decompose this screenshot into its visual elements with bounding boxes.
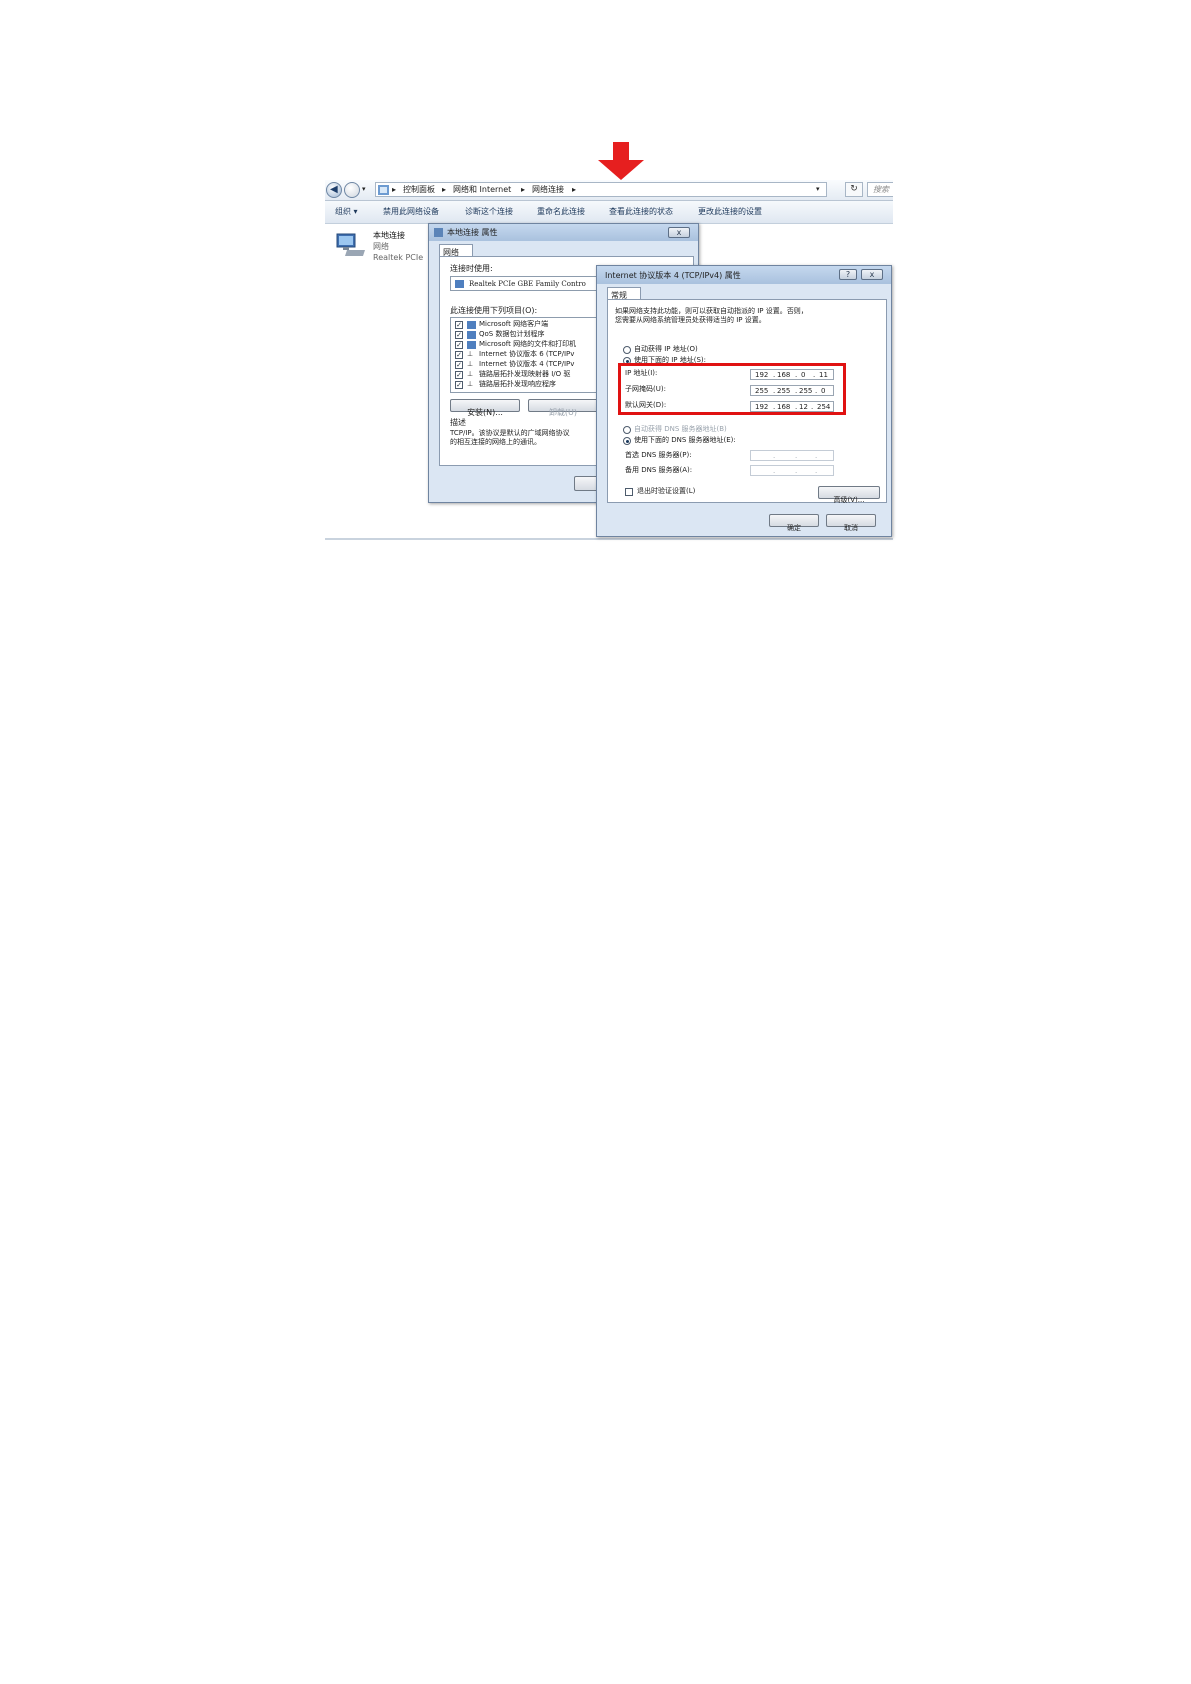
chevron-right-icon: ▸ — [392, 185, 397, 194]
red-arrow-down-icon — [598, 142, 644, 180]
toolbar-view-status[interactable]: 查看此连接的状态 — [609, 208, 673, 216]
uninstall-button[interactable]: 卸载(U) — [528, 399, 598, 417]
intro-line: 您需要从网络系统管理员处获得适当的 IP 设置。 — [615, 316, 766, 324]
dns1-label: 首选 DNS 服务器(P): — [625, 451, 692, 459]
forward-button[interactable] — [344, 182, 360, 198]
auto-ip-label: 自动获得 IP 地址(O) — [634, 345, 698, 353]
toolbar-rename[interactable]: 重命名此连接 — [537, 208, 585, 216]
uninstall-label: 卸载(U) — [548, 408, 578, 417]
search-input[interactable]: 搜索 — [867, 182, 893, 197]
protocol-icon: ⊥ — [467, 370, 474, 378]
manual-dns-radio[interactable] — [623, 437, 631, 445]
list-item[interactable]: Microsoft 网络的文件和打印机 — [479, 341, 576, 348]
toolbar-disable-device[interactable]: 禁用此网络设备 — [383, 208, 439, 216]
dialog-titlebar: 本地连接 属性 x — [429, 224, 698, 241]
dns2-input[interactable]: ... — [750, 465, 834, 476]
chevron-right-icon: ▸ — [572, 185, 577, 194]
protocol-icon: ⊥ — [467, 360, 474, 368]
description-line: 的相互连接的网络上的通讯。 — [450, 438, 541, 446]
ok-label: 确定 — [787, 524, 801, 532]
auto-dns-radio[interactable] — [623, 426, 631, 434]
chevron-right-icon: ▸ — [442, 185, 447, 194]
ok-button[interactable]: 确定 — [769, 514, 819, 532]
item-checkbox[interactable]: ✓ — [455, 341, 463, 349]
description-line: TCP/IP。该协议是默认的广域网络协议 — [450, 429, 570, 437]
chevron-right-icon: ▸ — [521, 185, 526, 194]
list-item[interactable]: Microsoft 网络客户端 — [479, 321, 548, 328]
toolbar-organize[interactable]: 组织 ▾ — [335, 208, 358, 216]
connect-using-label: 连接时使用: — [450, 264, 493, 273]
validate-checkbox[interactable] — [625, 488, 633, 496]
cancel-label: 取消 — [844, 524, 858, 532]
client-icon — [467, 321, 476, 329]
item-checkbox[interactable]: ✓ — [455, 381, 463, 389]
connection-adapter: Realtek PCIe — [373, 253, 424, 262]
toolbar-diagnose[interactable]: 诊断这个连接 — [465, 208, 513, 216]
connection-name: 本地连接 — [373, 231, 405, 240]
item-checkbox[interactable]: ✓ — [455, 371, 463, 379]
path-dropdown-icon[interactable]: ▾ — [816, 186, 820, 193]
close-button[interactable]: x — [668, 227, 690, 238]
item-checkbox[interactable]: ✓ — [455, 351, 463, 359]
control-panel-icon — [378, 185, 389, 195]
file-share-icon — [467, 341, 476, 349]
toolbar-change-settings[interactable]: 更改此连接的设置 — [698, 208, 762, 216]
refresh-button[interactable]: ↻ — [845, 182, 863, 197]
address-bar: ◀ ▾ ▸ 控制面板 ▸ 网络和 Internet ▸ 网络连接 ▸ ▾ ↻ 搜… — [325, 180, 893, 201]
item-checkbox[interactable]: ✓ — [455, 321, 463, 329]
list-item[interactable]: 链路层拓扑发现映射器 I/O 驱 — [479, 371, 570, 378]
dialog-titlebar: Internet 协议版本 4 (TCP/IPv4) 属性 ? x — [597, 266, 891, 284]
auto-ip-radio[interactable] — [623, 346, 631, 354]
adapter-icon — [455, 280, 464, 288]
validate-label: 退出时验证设置(L) — [637, 487, 696, 495]
manual-dns-label: 使用下面的 DNS 服务器地址(E): — [634, 436, 736, 444]
highlight-box — [618, 363, 846, 415]
list-item[interactable]: 链路层拓扑发现响应程序 — [479, 381, 556, 388]
local-connection-item[interactable]: 本地连接 网络 Realtek PCIe — [329, 228, 429, 264]
description-label: 描述 — [450, 418, 466, 427]
auto-dns-label: 自动获得 DNS 服务器地址(B) — [634, 425, 727, 433]
cancel-button[interactable]: 取消 — [826, 514, 876, 532]
adapter-name: Realtek PCIe GBE Family Contro — [469, 280, 586, 288]
protocol-icon: ⊥ — [467, 350, 474, 358]
command-toolbar: 组织 ▾ 禁用此网络设备 诊断这个连接 重命名此连接 查看此连接的状态 更改此连… — [325, 201, 893, 224]
breadcrumb-item[interactable]: 网络和 Internet — [453, 186, 511, 194]
install-label: 安装(N)... — [467, 408, 503, 417]
back-arrow-icon: ◀ — [330, 184, 338, 195]
list-item[interactable]: QoS 数据包计划程序 — [479, 331, 544, 338]
dialog-title: 本地连接 属性 — [447, 228, 498, 237]
protocol-icon: ⊥ — [467, 380, 474, 388]
list-item[interactable]: Internet 协议版本 6 (TCP/IPv — [479, 351, 574, 358]
back-button[interactable]: ◀ — [326, 182, 342, 198]
install-button[interactable]: 安装(N)... — [450, 399, 520, 417]
breadcrumb-item[interactable]: 网络连接 — [532, 186, 564, 194]
item-checkbox[interactable]: ✓ — [455, 331, 463, 339]
connection-network: 网络 — [373, 242, 389, 251]
intro-line: 如果网络支持此功能，则可以获取自动指派的 IP 设置。否则， — [615, 307, 808, 315]
network-icon — [434, 228, 443, 237]
advanced-button[interactable]: 高级(V)... — [818, 486, 880, 504]
close-button[interactable]: x — [861, 269, 883, 280]
item-checkbox[interactable]: ✓ — [455, 361, 463, 369]
help-button[interactable]: ? — [839, 269, 857, 280]
network-adapter-icon — [336, 233, 365, 256]
list-item[interactable]: Internet 协议版本 4 (TCP/IPv — [479, 361, 574, 368]
items-label: 此连接使用下列项目(O): — [450, 306, 538, 315]
history-dropdown-icon[interactable]: ▾ — [362, 186, 366, 193]
advanced-label: 高级(V)... — [833, 496, 865, 504]
breadcrumb[interactable]: ▸ 控制面板 ▸ 网络和 Internet ▸ 网络连接 ▸ ▾ — [375, 182, 827, 197]
dns2-label: 备用 DNS 服务器(A): — [625, 466, 693, 474]
dns1-input[interactable]: ... — [750, 450, 834, 461]
search-placeholder: 搜索 — [873, 185, 889, 194]
breadcrumb-item[interactable]: 控制面板 — [403, 186, 435, 194]
dialog-title: Internet 协议版本 4 (TCP/IPv4) 属性 — [605, 271, 741, 280]
qos-icon — [467, 331, 476, 339]
